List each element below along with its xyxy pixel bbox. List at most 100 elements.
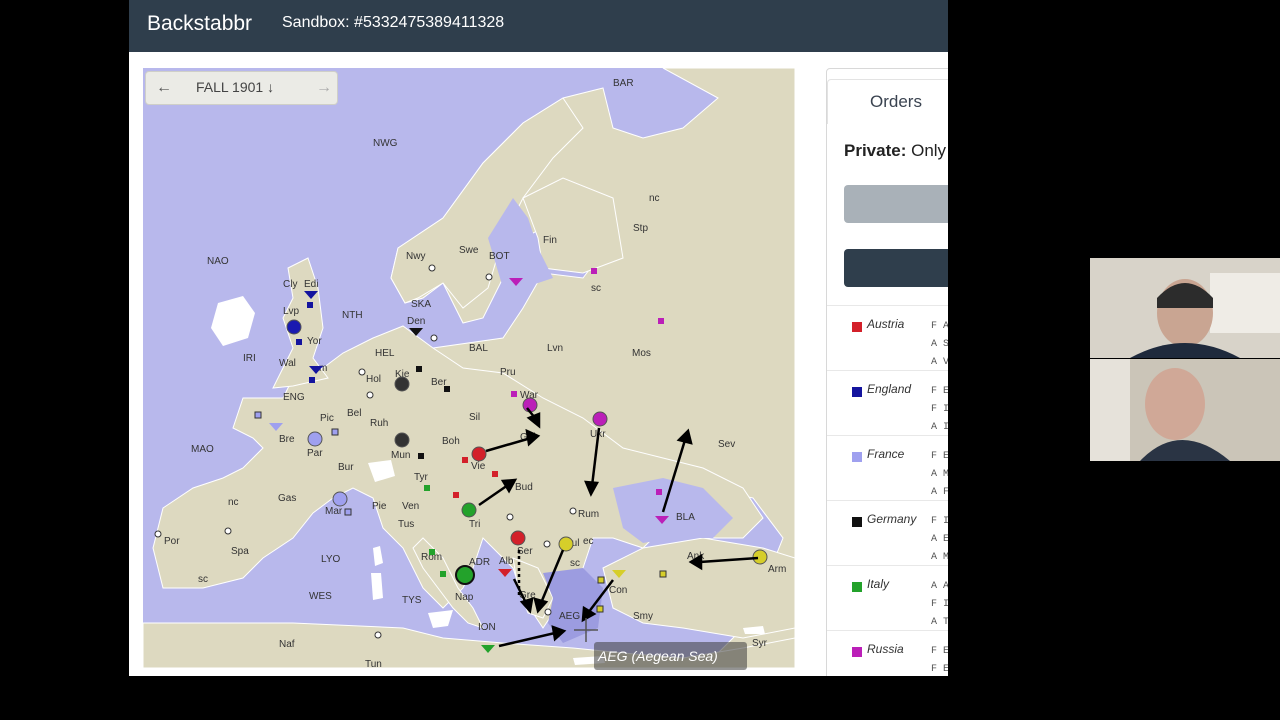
label-nc-stp: nc bbox=[649, 193, 660, 204]
tab-orders[interactable]: Orders bbox=[827, 79, 948, 124]
label-BAL: BAL bbox=[469, 343, 488, 354]
phase-label[interactable]: FALL 1901 ↓ bbox=[196, 79, 274, 95]
label-nc-spa: nc bbox=[228, 497, 239, 508]
nation-row-russia: Russia F E F E bbox=[827, 630, 948, 676]
label-Tyr: Tyr bbox=[414, 472, 429, 483]
webcam-feed-1 bbox=[1090, 258, 1280, 358]
label-ENG: ENG bbox=[283, 392, 305, 403]
nation-color-swatch bbox=[852, 517, 862, 527]
diplomacy-map[interactable]: BAR NWG NAO Fin Stp nc sc Nwy Swe BOT NT… bbox=[143, 68, 795, 668]
nation-row-austria: Austria F A A S A V bbox=[827, 305, 948, 370]
label-Sil: Sil bbox=[469, 412, 480, 423]
label-NAO: NAO bbox=[207, 256, 229, 267]
label-Mar: Mar bbox=[325, 506, 343, 517]
label-Vie: Vie bbox=[471, 461, 486, 472]
label-Mun: Mun bbox=[391, 450, 410, 461]
webcam-feed-2 bbox=[1090, 359, 1280, 461]
label-Yor: Yor bbox=[307, 336, 322, 347]
nation-row-england: England F E F I A I bbox=[827, 370, 948, 435]
label-LYO: LYO bbox=[321, 554, 340, 565]
label-Tri: Tri bbox=[469, 519, 480, 530]
label-Stp: Stp bbox=[633, 223, 648, 234]
label-Cly: Cly bbox=[283, 279, 297, 290]
label-Ruh: Ruh bbox=[370, 418, 388, 429]
nation-orders: F E F I A I bbox=[931, 386, 948, 433]
private-text: Only y bbox=[911, 141, 948, 160]
label-Pru: Pru bbox=[500, 367, 516, 378]
territory-tooltip: AEG (Aegean Sea) bbox=[594, 642, 747, 670]
label-Pic: Pic bbox=[320, 413, 334, 424]
label-Con: Con bbox=[609, 585, 627, 596]
nation-row-germany: Germany F I A E A M bbox=[827, 500, 948, 565]
label-Alb: Alb bbox=[499, 556, 514, 567]
label-Bud: Bud bbox=[515, 482, 533, 493]
label-Tun: Tun bbox=[365, 659, 382, 668]
navbar: Backstabbr Sandbox: #5332475389411328 bbox=[129, 0, 948, 52]
label-IRI: IRI bbox=[243, 353, 256, 364]
label-Fin: Fin bbox=[543, 235, 557, 246]
nation-name: England bbox=[867, 382, 912, 396]
nation-color-swatch bbox=[852, 387, 862, 397]
label-Smy: Smy bbox=[633, 611, 653, 622]
label-Hol: Hol bbox=[366, 374, 381, 385]
label-Den: Den bbox=[407, 316, 425, 327]
label-BAR: BAR bbox=[613, 78, 634, 89]
label-Tus: Tus bbox=[398, 519, 414, 530]
label-Bre: Bre bbox=[279, 434, 295, 445]
brand-logo[interactable]: Backstabbr bbox=[147, 12, 252, 36]
label-NWG: NWG bbox=[373, 138, 398, 149]
label-Spa: Spa bbox=[231, 546, 249, 557]
nation-orders: F E F E bbox=[931, 646, 948, 675]
label-BLA: BLA bbox=[676, 512, 695, 523]
label-HEL: HEL bbox=[375, 348, 395, 359]
sandbox-title: Sandbox: #5332475389411328 bbox=[282, 14, 505, 31]
label-ec-bul: ec bbox=[583, 536, 594, 547]
secondary-action-button[interactable] bbox=[844, 249, 948, 287]
webcam-person-1 bbox=[1090, 258, 1280, 358]
label-Naf: Naf bbox=[279, 639, 295, 650]
nation-orders: F I A E A M bbox=[931, 516, 948, 563]
nation-orders: A A F I A T bbox=[931, 581, 948, 628]
primary-action-button[interactable] bbox=[844, 185, 948, 223]
label-Sev: Sev bbox=[718, 439, 735, 450]
label-Wal: Wal bbox=[279, 358, 296, 369]
nation-color-swatch bbox=[852, 322, 862, 332]
label-Bel: Bel bbox=[347, 408, 361, 419]
label-Lvp: Lvp bbox=[283, 306, 300, 317]
label-Gas: Gas bbox=[278, 493, 296, 504]
label-Par: Par bbox=[307, 448, 323, 459]
orders-panel: Orders Private: Only y Austria F A A S A… bbox=[826, 68, 948, 676]
label-Bur: Bur bbox=[338, 462, 354, 473]
nation-color-swatch bbox=[852, 452, 862, 462]
label-Swe: Swe bbox=[459, 245, 479, 256]
label-Edi: Edi bbox=[304, 279, 318, 290]
label-Nwy: Nwy bbox=[406, 251, 425, 262]
nation-name: Italy bbox=[867, 577, 890, 591]
nation-name: Austria bbox=[867, 317, 905, 331]
label-ADR: ADR bbox=[469, 557, 490, 568]
nation-row-france: France F E A M A F bbox=[827, 435, 948, 500]
phase-navigator: ← FALL 1901 ↓ → bbox=[145, 71, 338, 105]
label-Syr: Syr bbox=[752, 638, 768, 649]
label-Rum: Rum bbox=[578, 509, 599, 520]
nation-row-italy: Italy A A F I A T bbox=[827, 565, 948, 630]
private-label: Private: bbox=[844, 141, 907, 160]
label-ION: ION bbox=[478, 622, 496, 633]
label-Lvn: Lvn bbox=[547, 343, 563, 354]
nation-color-swatch bbox=[852, 647, 862, 657]
label-Arm: Arm bbox=[768, 564, 786, 575]
label-SKA: SKA bbox=[411, 299, 431, 310]
label-sc-bul: sc bbox=[570, 558, 580, 569]
label-Por: Por bbox=[164, 536, 180, 547]
arrow-left-icon[interactable]: ← bbox=[154, 78, 174, 98]
private-note: Private: Only y bbox=[844, 141, 948, 161]
label-Ven: Ven bbox=[402, 501, 419, 512]
label-Pie: Pie bbox=[372, 501, 387, 512]
nation-name: Russia bbox=[867, 642, 904, 656]
arrow-right-icon[interactable]: → bbox=[314, 78, 334, 98]
label-sc-spa: sc bbox=[198, 574, 208, 585]
label-Nap: Nap bbox=[455, 592, 474, 603]
map-svg[interactable]: BAR NWG NAO Fin Stp nc sc Nwy Swe BOT NT… bbox=[143, 68, 795, 668]
label-WES: WES bbox=[309, 591, 332, 602]
nation-name: Germany bbox=[867, 512, 917, 526]
